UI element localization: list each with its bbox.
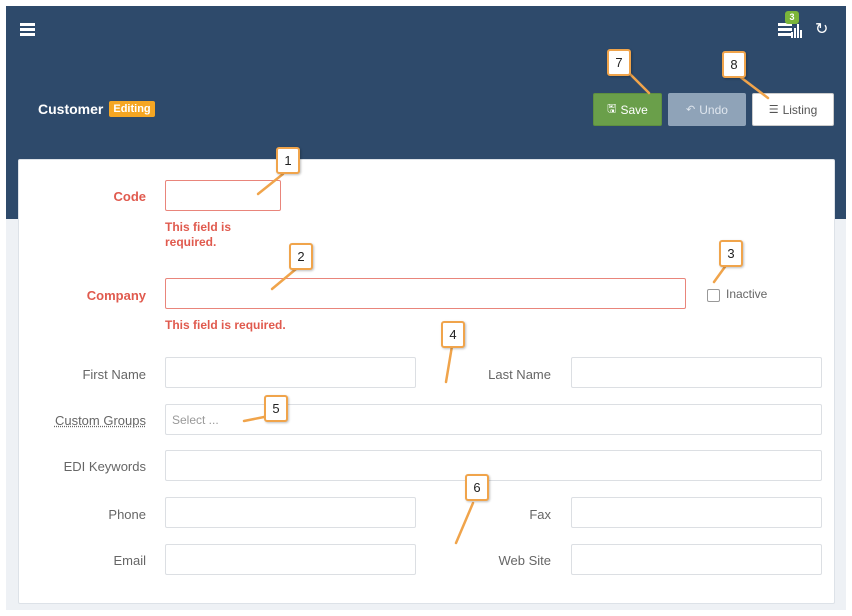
web-site-label: Web Site <box>498 553 551 568</box>
custom-groups-label[interactable]: Custom Groups <box>19 413 146 428</box>
email-label: Email <box>113 553 146 568</box>
callout-2: 2 <box>289 243 313 270</box>
save-button[interactable]: 🖫 Save <box>593 93 662 126</box>
inactive-checkbox[interactable] <box>707 289 720 302</box>
inactive-label: Inactive <box>726 287 768 301</box>
callout-3: 3 <box>719 240 743 267</box>
company-label: Company <box>86 288 146 303</box>
save-icon: 🖫 <box>607 103 617 115</box>
callout-1: 1 <box>276 147 300 174</box>
notification-badge: 3 <box>785 11 799 24</box>
email-input[interactable] <box>165 544 416 575</box>
last-name-label: Last Name <box>488 367 551 382</box>
first-name-input[interactable] <box>165 357 416 388</box>
save-button-label: Save <box>620 102 648 117</box>
undo-icon: ↶ <box>686 104 696 116</box>
phone-input[interactable] <box>165 497 416 528</box>
refresh-icon[interactable]: ↻ <box>815 20 835 40</box>
web-site-input[interactable] <box>571 544 822 575</box>
callout-4: 4 <box>441 321 465 348</box>
customer-form: Code This field is required. Company Thi… <box>18 159 835 604</box>
page-title-text: Customer <box>38 101 104 117</box>
undo-button[interactable]: ↶ Undo <box>668 93 746 126</box>
edi-keywords-label: EDI Keywords <box>63 459 146 474</box>
code-error: This field is required. <box>165 220 232 249</box>
menu-icon[interactable] <box>20 23 35 38</box>
fax-label: Fax <box>529 507 551 522</box>
page-title: Customer Editing <box>38 101 155 117</box>
code-label: Code <box>113 189 147 204</box>
callout-8: 8 <box>722 51 746 78</box>
fax-input[interactable] <box>571 497 822 528</box>
last-name-input[interactable] <box>571 357 822 388</box>
app-frame: 3 ↻ Customer Editing 🖫 Save ↶ Undo ☰ Lis… <box>6 6 846 610</box>
listing-button[interactable]: ☰ Listing <box>752 93 834 126</box>
list-icon[interactable] <box>778 21 798 41</box>
callout-6: 6 <box>465 474 489 501</box>
phone-label: Phone <box>108 507 146 522</box>
callout-5: 5 <box>264 395 288 422</box>
callout-7: 7 <box>607 49 631 76</box>
code-input[interactable] <box>165 180 281 211</box>
undo-button-label: Undo <box>699 102 728 117</box>
company-error: This field is required. <box>165 318 286 332</box>
first-name-label: First Name <box>82 367 146 382</box>
listing-button-label: Listing <box>782 102 818 117</box>
edi-keywords-input[interactable] <box>165 450 822 481</box>
status-badge: Editing <box>109 101 155 117</box>
list-view-icon: ☰ <box>768 104 779 116</box>
company-input[interactable] <box>165 278 686 309</box>
